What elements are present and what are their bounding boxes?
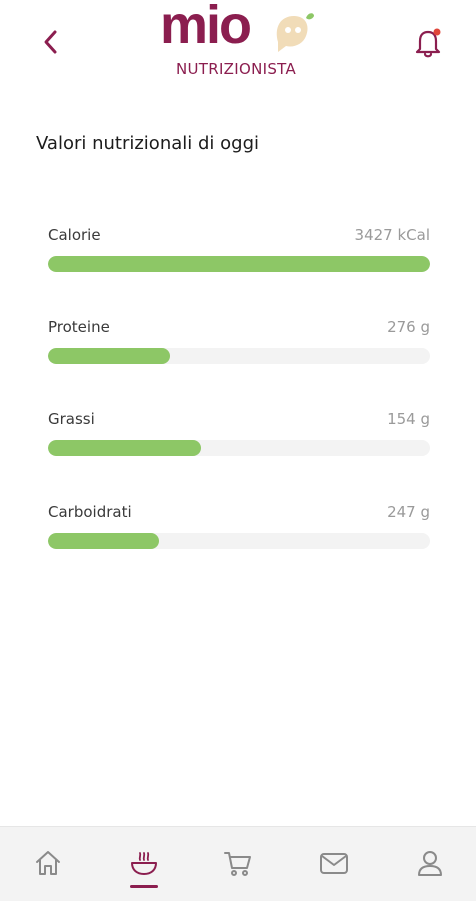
nutrient-name: Grassi [48, 410, 95, 428]
nav-home[interactable] [28, 847, 68, 887]
progress-fill [48, 348, 171, 364]
nutrient-name: Carboidrati [48, 503, 132, 521]
nutrient-row-fats: Grassi 154 g [48, 410, 430, 456]
nutrient-row-proteins: Proteine 276 g [48, 318, 430, 364]
progress-fill [48, 533, 159, 549]
nutrient-value: 276 g [387, 318, 430, 336]
nutrient-value: 247 g [387, 503, 430, 521]
app-logo: mio NUTRIZIONISTA [160, 0, 320, 84]
nav-messages[interactable] [314, 847, 354, 887]
cart-icon [224, 852, 251, 876]
back-button[interactable] [36, 24, 68, 60]
progress-fill [48, 440, 201, 456]
chevron-left-icon [44, 30, 57, 54]
user-icon [418, 851, 442, 876]
nutrient-value: 3427 kCal [354, 226, 430, 244]
nav-profile[interactable] [410, 847, 450, 887]
mascot-icon [276, 13, 314, 52]
bottom-navigation [0, 826, 476, 901]
logo-wordmark: mio [160, 0, 252, 55]
nutrient-name: Proteine [48, 318, 110, 336]
progress-track [48, 348, 430, 364]
progress-fill [48, 256, 430, 272]
page-title: Valori nutrizionali di oggi [36, 133, 259, 154]
notifications-button[interactable] [408, 22, 448, 62]
app-header: mio NUTRIZIONISTA [0, 0, 476, 100]
progress-track [48, 440, 430, 456]
nutrient-row-calories: Calorie 3427 kCal [48, 226, 430, 272]
home-icon [36, 851, 60, 875]
mail-icon [320, 853, 348, 874]
active-tab-indicator [130, 885, 158, 888]
bowl-icon [131, 852, 157, 875]
nav-diet[interactable] [124, 847, 164, 887]
nav-shopping[interactable] [218, 847, 258, 887]
bell-icon [415, 28, 441, 58]
progress-track [48, 256, 430, 272]
logo-subtitle: NUTRIZIONISTA [175, 60, 297, 78]
nutrient-value: 154 g [387, 410, 430, 428]
progress-track [48, 533, 430, 549]
nutrient-name: Calorie [48, 226, 101, 244]
nutrient-row-carbohydrates: Carboidrati 247 g [48, 503, 430, 549]
